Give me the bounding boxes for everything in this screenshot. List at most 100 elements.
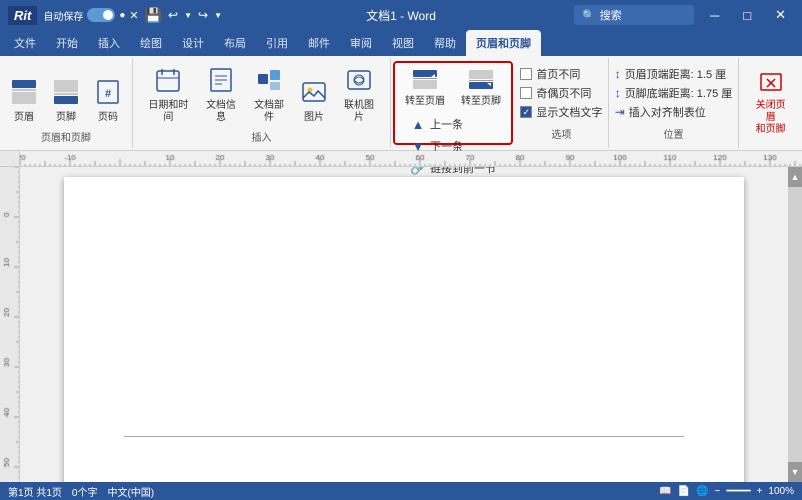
maximize-button[interactable]: □ xyxy=(735,6,759,25)
tab-insert[interactable]: 插入 xyxy=(88,30,130,56)
goto-header-label: 转至页眉 xyxy=(405,96,445,108)
footer-from-bottom[interactable]: ↕ 页脚底端距离: 1.75 厘 xyxy=(615,85,733,101)
page-info: 第1页 共1页 xyxy=(8,484,62,499)
ribbon-group-insert: 日期和时间 文档信息 文档部件 图片 xyxy=(133,58,391,148)
title-bar: Rit 自动保存 ● ✕ 💾 ↩ ▼ ↪ ▼ 文档1 - Word 🔍 搜索 ─… xyxy=(0,0,802,30)
document-page xyxy=(64,177,744,482)
footer-area xyxy=(124,437,684,467)
hf-group-label: 页眉和页脚 xyxy=(41,129,91,144)
insert-tab-label: 插入对齐制表位 xyxy=(629,104,706,120)
picture-button[interactable]: 图片 xyxy=(294,75,334,127)
insert-tab-button[interactable]: ⇥ 插入对齐制表位 xyxy=(615,104,733,120)
show-doc-text-label: 显示文档文字 xyxy=(536,104,602,120)
ribbon-group-position: ↕ 页眉顶端距离: 1.5 厘 ↕ 页脚底端距离: 1.75 厘 ⇥ 插入对齐制… xyxy=(609,58,740,148)
odd-even-different-option[interactable]: 奇偶页不同 xyxy=(520,85,602,101)
document-title: 文档1 - Word xyxy=(366,7,436,24)
tab-home[interactable]: 开始 xyxy=(46,30,88,56)
tab-design[interactable]: 设计 xyxy=(172,30,214,56)
tab-mailings[interactable]: 邮件 xyxy=(298,30,340,56)
header-from-top[interactable]: ↕ 页眉顶端距离: 1.5 厘 xyxy=(615,66,733,82)
vertical-ruler xyxy=(0,167,20,482)
doc-parts-icon xyxy=(255,66,283,98)
undo-dropdown-icon[interactable]: ▼ xyxy=(184,11,192,20)
web-view-icon[interactable]: 🌐 xyxy=(696,486,708,497)
scroll-up-button[interactable]: ▲ xyxy=(788,167,802,187)
tab-layout[interactable]: 布局 xyxy=(214,30,256,56)
undo-icon[interactable]: ↩ xyxy=(168,8,178,22)
doc-info-icon xyxy=(207,66,235,98)
tab-references[interactable]: 引用 xyxy=(256,30,298,56)
tab-review[interactable]: 审阅 xyxy=(340,30,382,56)
odd-even-label: 奇偶页不同 xyxy=(536,85,591,101)
ruler-track xyxy=(20,151,802,166)
read-view-icon[interactable]: 📖 xyxy=(659,486,671,497)
doc-scroll[interactable] xyxy=(20,167,788,482)
doc-info-button[interactable]: 文档信息 xyxy=(198,63,244,127)
position-group-label: 位置 xyxy=(663,126,683,141)
minimize-button[interactable]: ─ xyxy=(702,6,727,25)
insert-buttons: 日期和时间 文档信息 文档部件 图片 xyxy=(141,62,382,127)
online-picture-button[interactable]: 联机图片 xyxy=(336,63,382,127)
online-picture-icon xyxy=(345,66,373,98)
tab-help[interactable]: 帮助 xyxy=(424,30,466,56)
picture-icon xyxy=(300,78,328,110)
first-page-label: 首页不同 xyxy=(536,66,580,82)
autosave-section: 自动保存 ● ✕ xyxy=(43,8,138,23)
zoom-in-icon[interactable]: + xyxy=(757,486,763,497)
page-number-button[interactable]: # 页码 xyxy=(88,75,128,127)
header-label: 页眉 xyxy=(14,112,34,124)
print-view-icon[interactable]: 📄 xyxy=(678,486,690,497)
svg-text:#: # xyxy=(105,88,111,100)
redo-icon[interactable]: ↪ xyxy=(198,8,208,22)
doc-info-label: 文档信息 xyxy=(203,100,239,124)
close-button[interactable]: ✕ xyxy=(767,5,794,25)
show-doc-text-checkbox[interactable]: ✓ xyxy=(520,106,532,118)
autosave-label: 自动保存 xyxy=(43,8,83,23)
page-number-icon: # xyxy=(94,78,122,110)
goto-footer-button[interactable]: 转至页脚 xyxy=(455,66,507,111)
insert-group-label: 插入 xyxy=(251,129,271,144)
zoom-slider[interactable]: ━━━━ xyxy=(726,486,750,497)
scroll-down-button[interactable]: ▼ xyxy=(788,462,802,482)
ribbon-group-nav-highlighted: 转至页眉 转至页脚 ▲ 上一条 ▼ 下一条 🔗 链接到前一节 导 xyxy=(393,61,513,145)
close-autosave[interactable]: ✕ xyxy=(129,9,138,22)
prev-section-icon: ▲ xyxy=(410,117,426,132)
zoom-out-icon[interactable]: − xyxy=(715,486,721,497)
options-items: 首页不同 奇偶页不同 ✓ 显示文档文字 xyxy=(520,62,602,124)
tab-file[interactable]: 文件 xyxy=(4,30,46,56)
goto-header-button[interactable]: 转至页眉 xyxy=(399,66,451,111)
doc-parts-label: 文档部件 xyxy=(251,100,287,124)
tab-header-footer[interactable]: 页眉和页脚 xyxy=(466,30,541,56)
header-distance-icon: ↕ xyxy=(615,67,621,81)
scrollbar-vertical[interactable]: ▲ ▼ xyxy=(788,167,802,482)
close-hf-label: 关闭页眉和页脚 xyxy=(752,100,789,136)
view-controls: 📖 📄 🌐 − ━━━━ + 100% xyxy=(659,486,794,497)
tab-icon: ⇥ xyxy=(615,105,625,119)
quick-access-more[interactable]: ▼ xyxy=(214,11,222,20)
search-icon: 🔍 xyxy=(582,9,596,22)
show-doc-text-option[interactable]: ✓ 显示文档文字 xyxy=(520,104,602,120)
first-page-different-option[interactable]: 首页不同 xyxy=(520,66,602,82)
title-bar-right: 🔍 搜索 ─ □ ✕ xyxy=(574,5,794,25)
options-group-label: 选项 xyxy=(551,126,571,141)
autosave-toggle[interactable] xyxy=(87,8,115,22)
prev-section-button[interactable]: ▲ 上一条 xyxy=(406,114,500,134)
title-bar-left: Rit 自动保存 ● ✕ 💾 ↩ ▼ ↪ ▼ xyxy=(8,6,222,25)
first-page-checkbox[interactable] xyxy=(520,68,532,80)
prev-section-label: 上一条 xyxy=(430,116,463,132)
doc-parts-button[interactable]: 文档部件 xyxy=(246,63,292,127)
close-header-footer-button[interactable]: 关闭页眉和页脚 xyxy=(747,68,794,139)
header-button[interactable]: 页眉 xyxy=(4,75,44,127)
date-time-button[interactable]: 日期和时间 xyxy=(141,63,196,127)
scroll-track[interactable] xyxy=(788,187,802,462)
odd-even-checkbox[interactable] xyxy=(520,87,532,99)
tab-draw[interactable]: 绘图 xyxy=(130,30,172,56)
close-hf-icon xyxy=(759,71,783,98)
footer-button[interactable]: 页脚 xyxy=(46,75,86,127)
autosave-on: ● xyxy=(119,10,125,21)
save-icon[interactable]: 💾 xyxy=(145,7,162,24)
search-box[interactable]: 🔍 搜索 xyxy=(574,5,694,25)
ribbon-group-hf-insert: 页眉 页脚 # 页码 页眉和页脚 xyxy=(0,58,133,148)
tab-view[interactable]: 视图 xyxy=(382,30,424,56)
ribbon-group-options: 首页不同 奇偶页不同 ✓ 显示文档文字 选项 xyxy=(515,58,609,148)
